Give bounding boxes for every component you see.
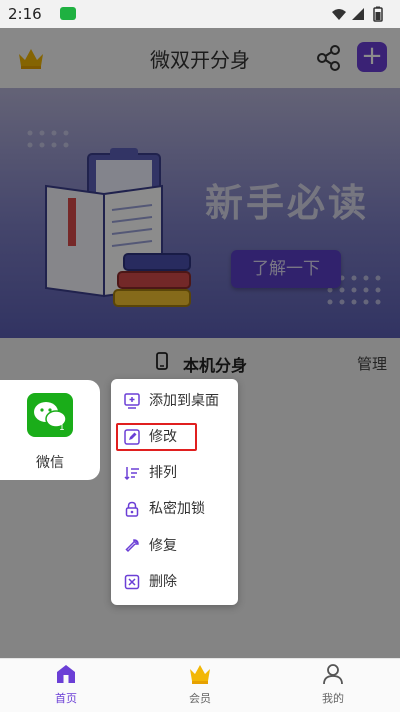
menu-item-label: 修复 xyxy=(149,538,177,554)
menu-item-label: 私密加锁 xyxy=(149,501,205,517)
signal-icon xyxy=(352,8,364,20)
sort-icon xyxy=(124,465,140,481)
clone-number-badge: 1 xyxy=(59,423,65,433)
repair-icon xyxy=(124,538,140,554)
desktop-add-icon xyxy=(124,393,140,409)
tab-label: 首页 xyxy=(55,692,77,705)
delete-icon xyxy=(124,574,140,590)
menu-item-repair[interactable]: 修复 xyxy=(111,528,238,564)
menu-item-add-to-desktop[interactable]: 添加到桌面 xyxy=(111,383,238,419)
menu-item-sort[interactable]: 排列 xyxy=(111,455,238,491)
menu-item-label: 排列 xyxy=(149,465,177,481)
tab-home[interactable]: 首页 xyxy=(31,660,101,710)
wechat-icon[interactable] xyxy=(27,393,73,437)
battery-icon xyxy=(373,6,383,22)
menu-item-delete[interactable]: 删除 xyxy=(111,564,238,600)
menu-item-label: 添加到桌面 xyxy=(149,393,219,409)
app-label: 微信 xyxy=(36,455,64,471)
tab-profile[interactable]: 我的 xyxy=(298,660,368,710)
crown-icon xyxy=(188,662,212,686)
menu-item-private-lock[interactable]: 私密加锁 xyxy=(111,491,238,527)
tab-label: 我的 xyxy=(322,692,344,705)
status-time: 2:16 xyxy=(8,5,42,23)
profile-icon xyxy=(321,662,345,686)
home-icon xyxy=(54,662,78,686)
status-indicators xyxy=(330,6,390,26)
wechat-notification-icon xyxy=(60,7,76,20)
tab-label: 会员 xyxy=(189,692,211,705)
menu-item-label: 删除 xyxy=(149,574,177,590)
wifi-icon xyxy=(332,9,346,20)
lock-icon xyxy=(124,501,140,517)
tab-vip[interactable]: 会员 xyxy=(165,660,235,710)
highlight-annotation-box xyxy=(116,423,197,451)
